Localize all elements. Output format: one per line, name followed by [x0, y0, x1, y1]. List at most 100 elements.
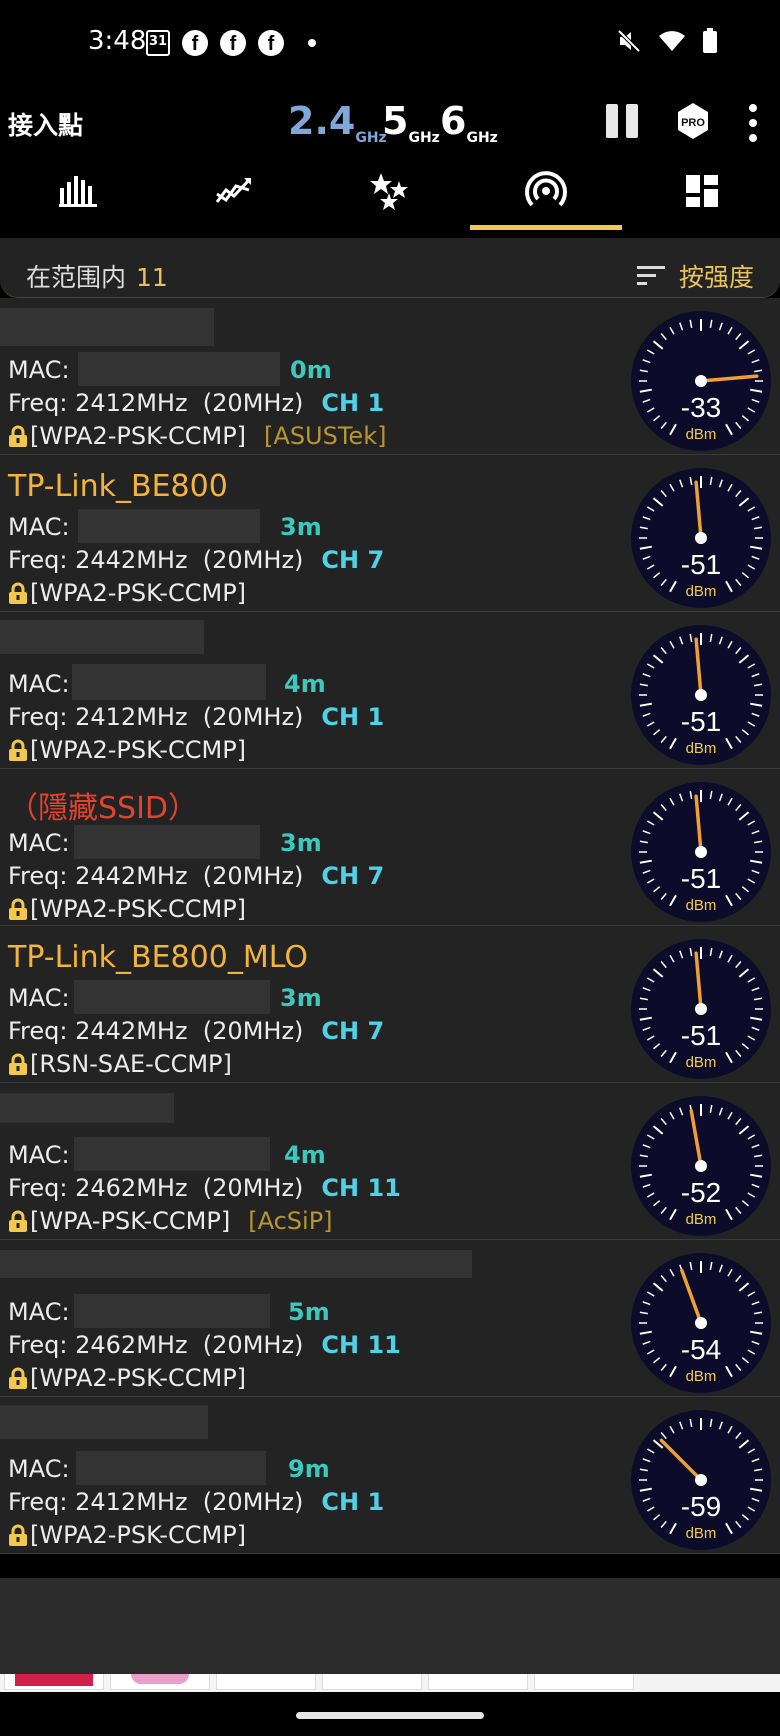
security: [WPA2-PSK-CCMP]: [30, 579, 247, 607]
gauge-hub: [695, 1160, 707, 1172]
sort-button[interactable]: 按强度: [636, 258, 754, 294]
status-time: 3:48: [88, 26, 147, 56]
access-point-row[interactable]: TP-Link_BE800_MLO MAC: 3m Freq: 2442MHz …: [0, 926, 780, 1083]
access-point-row[interactable]: （隱藏SSID） MAC: 3m Freq: 2442MHz (20MHz) CH…: [0, 769, 780, 926]
security-line: [WPA2-PSK-CCMP]: [8, 579, 246, 607]
gauge-unit: dBm: [686, 1525, 717, 1542]
gauge-value: -33: [681, 392, 721, 423]
frequency: Freq: 2442MHz (20MHz): [8, 1017, 304, 1045]
distance: 3m: [280, 984, 322, 1012]
pro-button[interactable]: PRO: [674, 102, 712, 140]
security: [WPA-PSK-CCMP]: [30, 1207, 231, 1235]
redacted-ssid: [0, 620, 204, 654]
redacted-mac: [74, 1137, 270, 1171]
vendor: [ASUSTek]: [264, 422, 387, 450]
signal-gauge: -54 dBm: [631, 1253, 771, 1393]
redacted-ssid: [0, 308, 214, 346]
frequency: Freq: 2442MHz (20MHz): [8, 862, 304, 890]
home-handle[interactable]: [296, 1712, 484, 1719]
lock-icon: [9, 739, 27, 761]
in-range-count: 11: [136, 263, 168, 292]
lock-icon: [9, 1053, 27, 1075]
access-point-row[interactable]: MAC: 9m Freq: 2412MHz (20MHz) CH 1 [WPA2-…: [0, 1397, 780, 1554]
security: [WPA2-PSK-CCMP]: [30, 1521, 247, 1549]
status-bar: 3:48 31 f f f: [0, 0, 780, 88]
lock-icon: [9, 582, 27, 604]
access-point-row[interactable]: MAC: 5m Freq: 2462MHz (20MHz) CH 11 [WPA2…: [0, 1240, 780, 1397]
lock-icon: [9, 1210, 27, 1232]
security-line: [WPA2-PSK-CCMP]: [8, 736, 246, 764]
tab-access-points[interactable]: [468, 150, 624, 232]
gauge-value: -51: [681, 549, 721, 580]
filter-bar: 在范围内 11 按强度: [0, 238, 780, 298]
frequency: Freq: 2412MHz (20MHz): [8, 1488, 304, 1516]
tab-time-graph[interactable]: [156, 150, 312, 232]
signal-gauge: -51 dBm: [631, 782, 771, 922]
wifi-icon: [659, 31, 685, 51]
in-range-label: 在范围内: [26, 263, 127, 292]
frequency: Freq: 2462MHz (20MHz): [8, 1174, 304, 1202]
sort-icon: [636, 266, 665, 285]
security-line: [RSN-SAE-CCMP]: [8, 1050, 232, 1078]
gauge-value: -51: [681, 1020, 721, 1051]
tab-channel-rating[interactable]: [312, 150, 468, 232]
distance: 0m: [290, 356, 332, 384]
gauge-unit: dBm: [686, 1054, 717, 1071]
security: [RSN-SAE-CCMP]: [30, 1050, 232, 1078]
in-range-summary: 在范围内 11: [26, 258, 168, 294]
lock-icon: [9, 1524, 27, 1546]
mac-label: MAC:: [8, 1141, 78, 1169]
mac-line: MAC:: [8, 513, 77, 541]
dashboard-icon: [686, 175, 718, 207]
app-bar: 接入點 2.4 GHz 5 GHz 6 GHz PRO: [0, 88, 780, 238]
channel: CH 11: [321, 1331, 401, 1359]
security-line: [WPA2-PSK-CCMP]: [8, 1364, 246, 1392]
ad-strip[interactable]: [0, 1674, 780, 1692]
mac-label: MAC:: [8, 1298, 78, 1326]
freq-line: Freq: 2412MHz (20MHz) CH 1: [8, 1488, 384, 1516]
redacted-ssid: [0, 1250, 472, 1278]
more-options-button[interactable]: [748, 104, 758, 142]
access-point-list: MAC: a 0m Freq: 2412MHz (20MHz) CH 1 [WPA…: [0, 298, 780, 1554]
access-point-row[interactable]: MAC: a 0m Freq: 2412MHz (20MHz) CH 1 [WPA…: [0, 298, 780, 455]
redacted-mac: [78, 352, 280, 386]
mac-label: MAC:: [8, 1455, 78, 1483]
security: [WPA2-PSK-CCMP]: [30, 736, 247, 764]
band-value: 6: [440, 99, 467, 143]
freq-line: Freq: 2442MHz (20MHz) CH 7: [8, 546, 384, 574]
gauge-value: -54: [681, 1334, 721, 1365]
gauge-hub: [695, 1003, 707, 1015]
sort-label: 按强度: [678, 263, 754, 292]
band-unit: GHz: [408, 130, 440, 146]
freq-line: Freq: 2462MHz (20MHz) CH 11: [8, 1331, 401, 1359]
calendar-icon: 31: [146, 30, 170, 56]
tab-dashboard[interactable]: [624, 150, 780, 232]
distance: 9m: [288, 1455, 330, 1483]
gauge-hub: [695, 1317, 707, 1329]
dot-icon: [308, 39, 316, 47]
mac-line: MAC:: [8, 984, 77, 1012]
access-points-icon: [525, 171, 567, 207]
page-title: 接入點: [8, 111, 84, 140]
signal-gauge: -52 dBm: [631, 1096, 771, 1236]
band-5ghz-toggle[interactable]: 5 GHz: [382, 102, 440, 146]
redacted-mac: [74, 825, 260, 859]
band-2.4ghz-toggle[interactable]: 2.4 GHz: [288, 102, 387, 146]
access-point-row[interactable]: TP-Link_BE800 MAC: 3m Freq: 2442MHz (20M…: [0, 455, 780, 612]
security-line: [WPA-PSK-CCMP] [AcSiP]: [8, 1207, 333, 1235]
distance: 4m: [284, 670, 326, 698]
mac-line: MAC:: [8, 670, 77, 698]
access-point-row[interactable]: MAC: 4m Freq: 2412MHz (20MHz) CH 1 [WPA2-…: [0, 612, 780, 769]
freq-line: Freq: 2462MHz (20MHz) CH 11: [8, 1174, 401, 1202]
gauge-unit: dBm: [686, 897, 717, 914]
gauge-unit: dBm: [686, 1368, 717, 1385]
band-6ghz-toggle[interactable]: 6 GHz: [440, 99, 498, 146]
lock-icon: [9, 898, 27, 920]
access-point-row[interactable]: MAC: 4m Freq: 2462MHz (20MHz) CH 11 [WPA-…: [0, 1083, 780, 1240]
frequency: Freq: 2412MHz (20MHz): [8, 703, 304, 731]
gauge-hub: [695, 846, 707, 858]
redacted-mac: [72, 664, 266, 700]
channel-rating-icon: [370, 173, 408, 210]
pause-button[interactable]: [606, 104, 640, 138]
tab-channel-graph[interactable]: [0, 150, 156, 232]
